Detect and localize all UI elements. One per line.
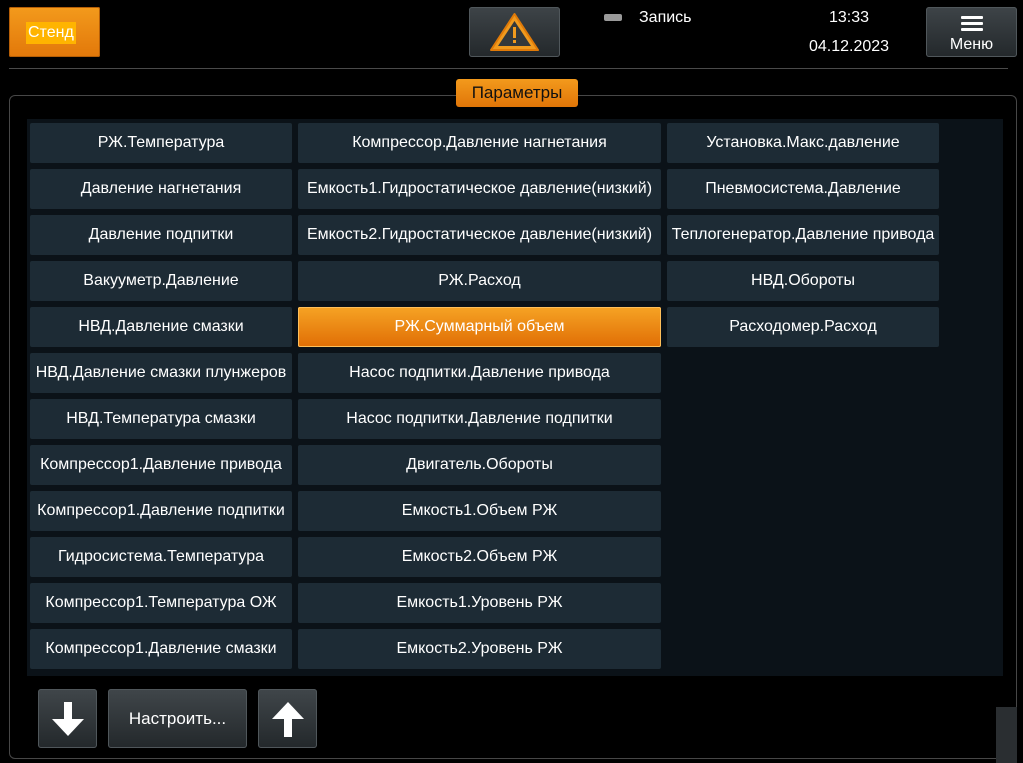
parameter-item[interactable]: Емкость1.Уровень РЖ (298, 583, 661, 623)
parameter-item[interactable]: Установка.Макс.давление (667, 123, 939, 163)
parameter-item[interactable]: НВД.Давление смазки плунжеров (30, 353, 292, 393)
clock-date: 04.12.2023 (809, 38, 890, 55)
parameter-item[interactable]: Емкость1.Объем РЖ (298, 491, 661, 531)
parameter-item[interactable]: Теплогенератор.Давление привода (667, 215, 939, 255)
header-divider (9, 68, 1008, 69)
hamburger-icon (961, 16, 983, 34)
parameter-item[interactable]: Насос подпитки.Давление подпитки (298, 399, 661, 439)
arrow-down-icon (51, 701, 84, 736)
parameter-item[interactable]: Емкость1.Гидростатическое давление(низки… (298, 169, 661, 209)
record-indicator (604, 14, 622, 21)
parameter-item[interactable]: Компрессор.Давление нагнетания (298, 123, 661, 163)
parameter-item[interactable]: НВД.Обороты (667, 261, 939, 301)
parameter-item[interactable]: РЖ.Температура (30, 123, 292, 163)
parameter-item[interactable]: Емкость2.Гидростатическое давление(низки… (298, 215, 661, 255)
arrow-up-icon (271, 701, 304, 737)
parameter-item[interactable]: Пневмосистема.Давление (667, 169, 939, 209)
scrollbar-thumb[interactable] (996, 707, 1017, 763)
menu-label: Меню (949, 36, 994, 53)
scroll-up-button[interactable] (258, 689, 317, 748)
parameter-item[interactable]: РЖ.Расход (298, 261, 661, 301)
warning-icon (490, 13, 539, 51)
menu-button[interactable]: Меню (926, 7, 1017, 57)
parameter-item[interactable]: Вакууметр.Давление (30, 261, 292, 301)
parameter-item[interactable]: Компрессор1.Давление смазки (30, 629, 292, 669)
stend-button[interactable]: Стенд (9, 7, 100, 57)
parameter-item[interactable]: Давление нагнетания (30, 169, 292, 209)
parameter-item[interactable]: НВД.Давление смазки (30, 307, 292, 347)
parameter-item[interactable]: Компрессор1.Температура ОЖ (30, 583, 292, 623)
parameter-item[interactable]: Компрессор1.Давление подпитки (30, 491, 292, 531)
clock-time: 13:33 (829, 9, 870, 26)
parameter-item[interactable]: Насос подпитки.Давление привода (298, 353, 661, 393)
parameter-item[interactable]: Емкость2.Объем РЖ (298, 537, 661, 577)
parameter-item[interactable]: Давление подпитки (30, 215, 292, 255)
stend-label: Стенд (26, 22, 76, 44)
record-label: Запись (639, 9, 692, 26)
parameter-item[interactable]: Расходомер.Расход (667, 307, 939, 347)
parameter-item[interactable]: Компрессор1.Давление привода (30, 445, 292, 485)
parameter-item[interactable]: РЖ.Суммарный объем (298, 307, 661, 347)
parameter-item[interactable]: Гидросистема.Температура (30, 537, 292, 577)
parameter-item[interactable]: НВД.Температура смазки (30, 399, 292, 439)
setup-button[interactable]: Настроить... (108, 689, 247, 748)
parameter-item[interactable]: Двигатель.Обороты (298, 445, 661, 485)
warning-button[interactable] (469, 7, 560, 57)
parameter-item[interactable]: Емкость2.Уровень РЖ (298, 629, 661, 669)
panel-title: Параметры (456, 79, 578, 107)
scroll-down-button[interactable] (38, 689, 97, 748)
